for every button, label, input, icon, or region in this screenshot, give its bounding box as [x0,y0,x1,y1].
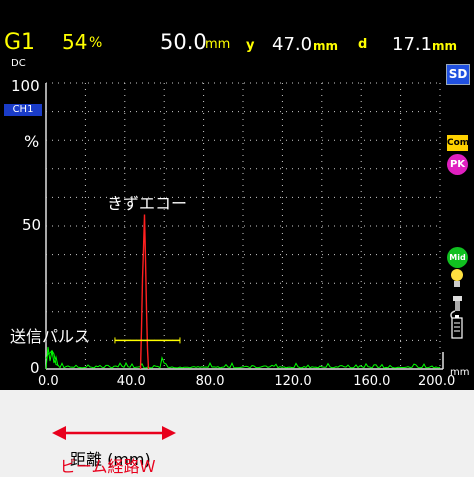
x-tick-label: 80.0 [195,374,225,389]
x-tick-label: 0.0 [38,374,59,389]
flaw-echo-signal [139,214,150,370]
lightbulb-icon [451,269,463,287]
probe-icon [450,296,462,319]
echo-trace [45,214,441,370]
beam-path-label: ビーム経路Ｗ [60,457,156,476]
plot-grid [46,82,441,369]
battery-icon [451,315,463,339]
transmit-pulse-annotation: 送信パルス [10,327,91,346]
x-tick-label: 120.0 [274,374,312,389]
x-tick-label: 200.0 [418,374,456,389]
x-tick-label: 40.0 [116,374,146,389]
flaw-echo-annotation: きずエコー [107,194,188,213]
flaw-detector-screen: G1 54 % 50.0 mm y 47.0 mm d 17.1 mm DC 1… [0,0,474,390]
x-tick-label: 160.0 [353,374,391,389]
